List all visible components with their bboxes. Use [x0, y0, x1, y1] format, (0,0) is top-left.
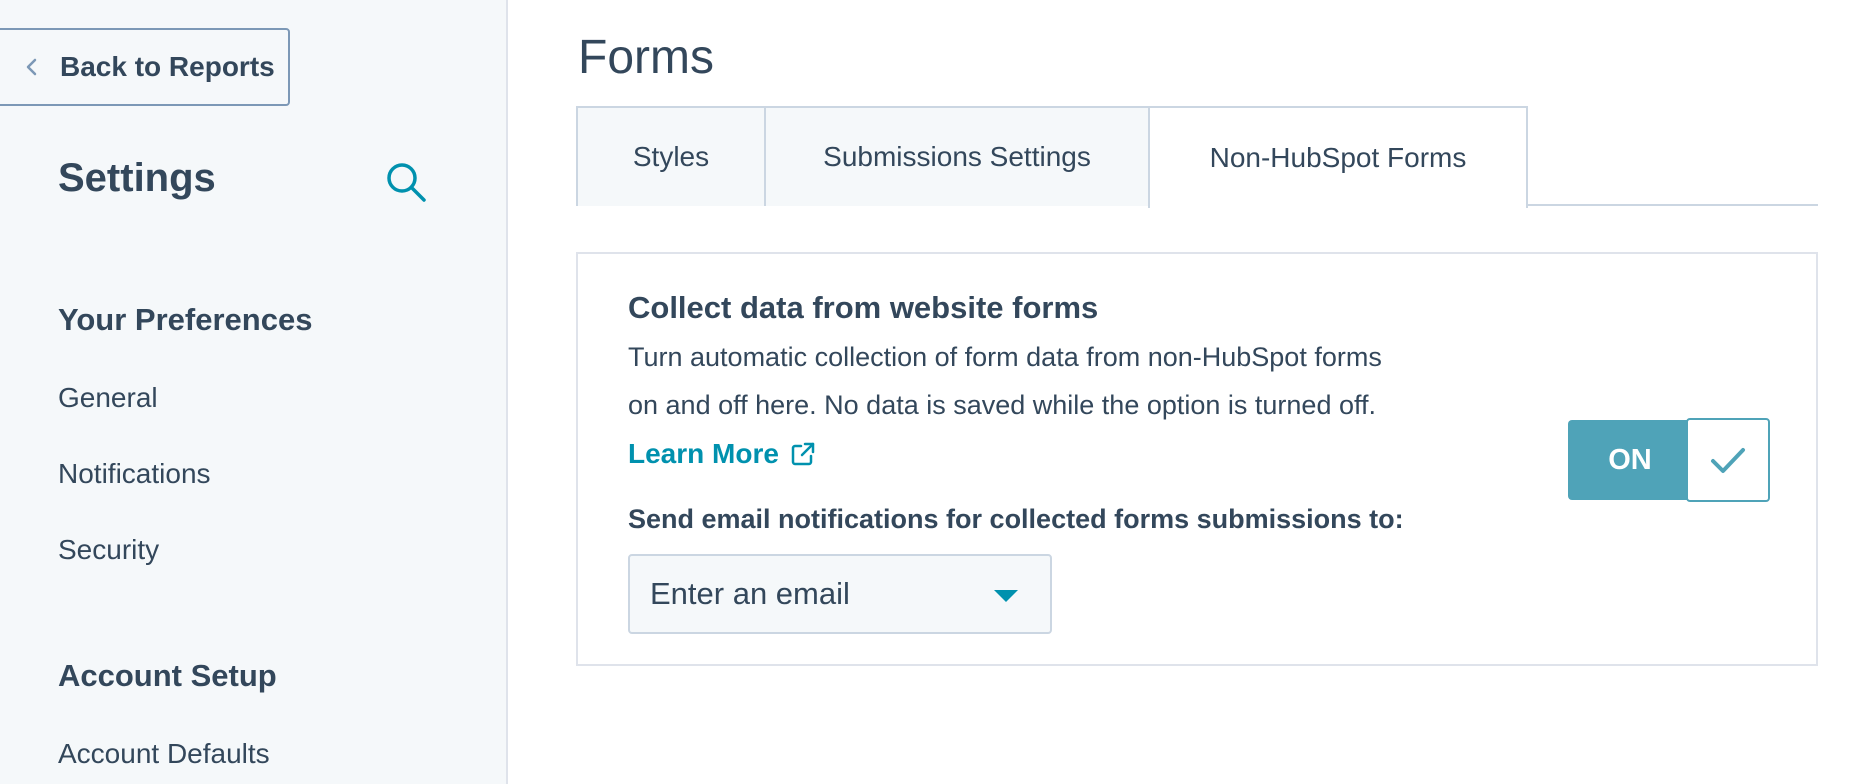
learn-more-link[interactable]: Learn More	[628, 438, 817, 470]
section-heading-account-setup: Account Setup	[58, 658, 277, 693]
back-to-reports-label: Back to Reports	[60, 51, 275, 82]
page-title: Forms	[578, 31, 714, 84]
card-title: Collect data from website forms	[628, 290, 1099, 325]
sidebar-item-account-defaults[interactable]: Account Defaults	[58, 738, 270, 770]
tab-styles[interactable]: Styles	[576, 106, 766, 206]
search-icon[interactable]	[384, 160, 428, 204]
caret-down-icon	[994, 590, 1018, 602]
external-link-icon	[791, 442, 815, 466]
email-dropdown-placeholder: Enter an email	[650, 576, 850, 611]
tab-non-hubspot-forms[interactable]: Non-HubSpot Forms	[1148, 106, 1528, 208]
email-dropdown[interactable]: Enter an email	[628, 554, 1052, 634]
tab-bar: Styles Submissions Settings Non-HubSpot …	[576, 106, 1818, 208]
checkmark-icon	[1711, 448, 1745, 473]
collect-data-card: Collect data from website forms Turn aut…	[576, 252, 1818, 666]
back-to-reports-button[interactable]: Back to Reports	[0, 28, 290, 106]
learn-more-label: Learn More	[628, 438, 779, 469]
sidebar-item-notifications[interactable]: Notifications	[58, 458, 211, 490]
chevron-left-icon	[26, 58, 37, 76]
collect-data-toggle[interactable]: ON	[1568, 418, 1772, 502]
sidebar-item-general[interactable]: General	[58, 382, 158, 414]
sidebar-item-security[interactable]: Security	[58, 534, 159, 566]
card-description-line-1: Turn automatic collection of form data f…	[628, 342, 1382, 372]
section-heading-your-preferences: Your Preferences	[58, 302, 313, 337]
toggle-knob[interactable]	[1686, 418, 1770, 502]
tab-submissions-settings[interactable]: Submissions Settings	[764, 106, 1150, 206]
email-notification-label: Send email notifications for collected f…	[628, 504, 1404, 534]
toggle-on-label: ON	[1568, 420, 1692, 500]
settings-title: Settings	[58, 156, 216, 200]
sidebar: Back to Reports Settings Your Preference…	[0, 0, 508, 784]
card-description-line-2: on and off here. No data is saved while …	[628, 390, 1376, 420]
